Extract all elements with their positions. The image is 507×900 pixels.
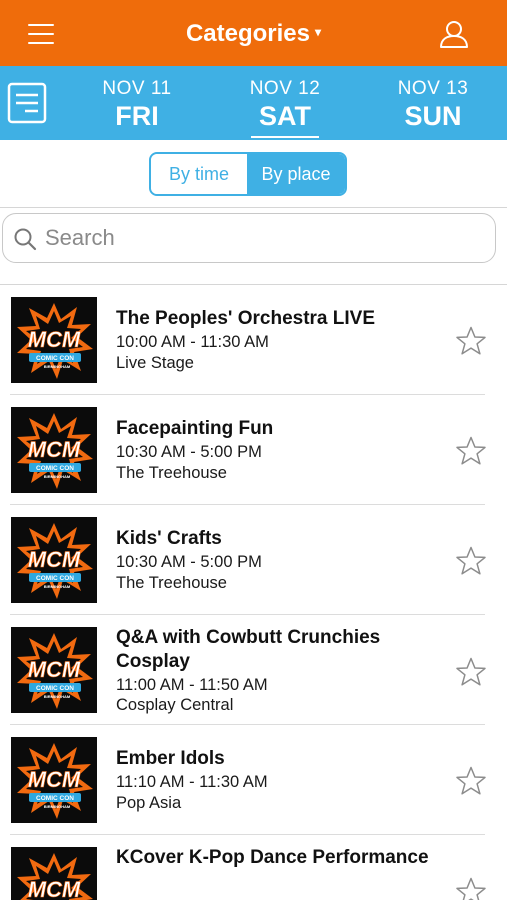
logo-small: BIRMINGHAM <box>44 804 71 809</box>
event-list-item[interactable]: MCM COMIC CON BIRMINGHAM Kids' Crafts 10:… <box>0 505 507 615</box>
logo-band: COMIC CON <box>36 355 74 362</box>
logo-band: COMIC CON <box>36 685 74 692</box>
date-label: NOV 13 <box>397 78 469 99</box>
date-selector-bar: NOV 11 FRI NOV 12 SAT NOV 13 SUN <box>0 66 507 140</box>
schedule-list-icon[interactable] <box>7 82 47 124</box>
logo-text: MCM <box>28 547 81 572</box>
logo-band: COMIC CON <box>36 575 74 582</box>
mcm-comic-con-logo: MCM COMIC CON BIRMINGHAM <box>11 517 97 603</box>
by-place-button[interactable]: By place <box>247 154 345 194</box>
event-time: 11:00 AM - 11:50 AM <box>116 676 268 694</box>
event-title: Facepainting Fun <box>116 418 274 439</box>
event-list-item[interactable]: MCM COMIC CON BIRMINGHAM Facepainting Fu… <box>0 395 507 505</box>
event-title: KCover K-Pop Dance Performance <box>116 847 429 868</box>
event-time: 10:00 AM - 11:30 AM <box>116 333 269 351</box>
weekday-label: SAT <box>251 101 319 138</box>
categories-label: Categories <box>185 20 310 47</box>
search-icon <box>14 228 37 251</box>
view-mode-toggle: By time By place <box>149 152 347 196</box>
date-label: NOV 12 <box>249 78 321 99</box>
event-location: Live Stage <box>116 354 194 372</box>
logo-small: BIRMINGHAM <box>44 694 71 699</box>
favorite-star-icon[interactable] <box>455 325 487 357</box>
event-location: The Treehouse <box>116 464 227 482</box>
event-location: The Treehouse <box>116 574 227 592</box>
date-label: NOV 11 <box>102 78 172 99</box>
mcm-comic-con-logo: MCM COMIC CON BIRMINGHAM <box>11 737 97 823</box>
logo-text: MCM <box>28 767 81 792</box>
mcm-comic-con-logo: MCM COMIC CON BIRMINGHAM <box>11 407 97 493</box>
event-time: 11:10 AM - 11:30 AM <box>116 773 268 791</box>
logo-small: BIRMINGHAM <box>44 474 71 479</box>
event-title: The Peoples' Orchestra LIVE <box>116 308 375 329</box>
event-title: Q&A with Cowbutt Crunchies Cosplay <box>116 627 381 672</box>
event-time: 10:30 AM - 5:00 PM <box>116 553 262 571</box>
user-profile-icon[interactable] <box>438 18 470 50</box>
event-thumbnail: MCM COMIC CON BIRMINGHAM <box>11 847 97 900</box>
chevron-down-icon: ▾ <box>315 25 322 39</box>
event-list-item[interactable]: MCM COMIC CON BIRMINGHAM KCover K-Pop Da… <box>0 835 507 900</box>
weekday-label: FRI <box>115 101 159 131</box>
mcm-comic-con-logo: MCM COMIC CON BIRMINGHAM <box>11 297 97 383</box>
search-input[interactable] <box>45 223 475 253</box>
favorite-star-icon[interactable] <box>455 435 487 467</box>
favorite-star-icon[interactable] <box>455 876 487 900</box>
logo-text: MCM <box>28 437 81 462</box>
mcm-comic-con-logo: MCM COMIC CON BIRMINGHAM <box>11 847 97 900</box>
favorite-star-icon[interactable] <box>455 765 487 797</box>
event-list-item[interactable]: MCM COMIC CON BIRMINGHAM Q&A with Cowbut… <box>0 615 507 725</box>
event-thumbnail: MCM COMIC CON BIRMINGHAM <box>11 297 97 383</box>
favorite-star-icon[interactable] <box>455 656 487 688</box>
logo-text: MCM <box>28 327 81 352</box>
mcm-comic-con-logo: MCM COMIC CON BIRMINGHAM <box>11 627 97 713</box>
date-tab-nov-13[interactable]: NOV 13 SUN <box>373 78 493 132</box>
logo-text: MCM <box>28 657 81 682</box>
date-tab-nov-11[interactable]: NOV 11 FRI <box>77 78 197 132</box>
event-title: Kids' Crafts <box>116 528 222 549</box>
logo-small: BIRMINGHAM <box>44 584 71 589</box>
by-time-button[interactable]: By time <box>151 154 247 194</box>
event-list-item[interactable]: MCM COMIC CON BIRMINGHAM The Peoples' Or… <box>0 285 507 395</box>
event-list-item[interactable]: MCM COMIC CON BIRMINGHAM Ember Idols 11:1… <box>0 725 507 835</box>
event-location: Pop Asia <box>116 794 182 812</box>
logo-small: BIRMINGHAM <box>44 364 71 369</box>
categories-dropdown[interactable]: Categories ▾ <box>0 20 507 48</box>
search-bar <box>2 213 496 263</box>
divider <box>0 207 507 208</box>
event-thumbnail: MCM COMIC CON BIRMINGHAM <box>11 407 97 493</box>
event-thumbnail: MCM COMIC CON BIRMINGHAM <box>11 737 97 823</box>
event-title: Ember Idols <box>116 748 225 769</box>
logo-text: MCM <box>28 877 81 900</box>
event-thumbnail: MCM COMIC CON BIRMINGHAM <box>11 517 97 603</box>
weekday-label: SUN <box>404 101 462 131</box>
event-location: Cosplay Central <box>116 696 234 714</box>
favorite-star-icon[interactable] <box>455 545 487 577</box>
event-time: 10:30 AM - 5:00 PM <box>116 443 262 461</box>
date-tab-nov-12[interactable]: NOV 12 SAT <box>225 78 345 138</box>
event-thumbnail: MCM COMIC CON BIRMINGHAM <box>11 627 97 713</box>
logo-band: COMIC CON <box>36 795 74 802</box>
top-navigation-bar: Categories ▾ <box>0 0 507 66</box>
logo-band: COMIC CON <box>36 465 74 472</box>
